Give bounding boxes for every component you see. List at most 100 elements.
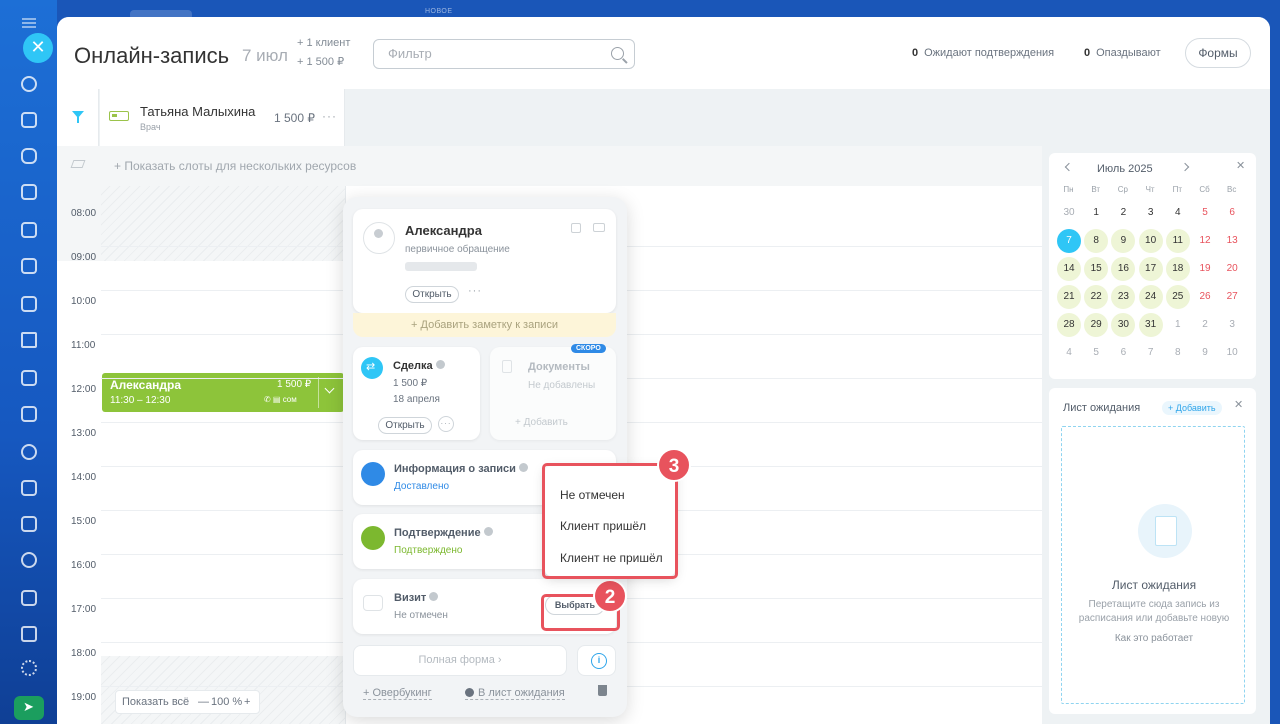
rail-icon-target[interactable] [21,444,37,460]
zoom-minus-button[interactable]: — [198,696,209,708]
overbooking-link[interactable]: + Овербукинг [363,687,432,700]
calendar-day[interactable]: 9 [1111,229,1136,253]
resource-more-icon[interactable]: ··· [322,109,337,123]
info-icon[interactable] [435,360,445,369]
calendar-day[interactable]: 8 [1084,229,1109,253]
calendar-day[interactable]: 1 [1084,201,1108,225]
info-icon[interactable] [518,463,528,472]
rail-icon-calendar[interactable] [21,296,37,312]
calendar-day[interactable]: 3 [1139,201,1163,225]
funnel-icon[interactable] [72,111,84,123]
calendar-day[interactable]: 6 [1111,341,1135,365]
close-slider-button[interactable]: ✕ [23,33,53,63]
calendar-day[interactable]: 21 [1057,285,1081,309]
resource-card[interactable]: Татьяна Малыхина Врач 1 500 ₽ ··· [100,89,345,146]
how-it-works-link[interactable]: Как это работает [1062,633,1246,644]
calendar-day[interactable]: 4 [1057,341,1081,365]
calendar-day[interactable]: 30 [1111,313,1136,337]
calendar-day[interactable]: 30 [1057,201,1081,225]
calendar-day[interactable]: 5 [1084,341,1108,365]
calendar-day[interactable]: 17 [1138,257,1163,281]
client-more-icon[interactable]: ··· [468,285,482,297]
rail-icon-docs[interactable] [21,222,37,238]
add-note-button[interactable]: + Добавить заметку к записи [353,313,616,337]
calendar-day[interactable]: 2 [1193,313,1217,337]
calendar-day[interactable]: 6 [1220,201,1244,225]
calendar-day[interactable]: 12 [1193,229,1217,253]
calendar-day[interactable]: 20 [1220,257,1244,281]
calendar-day[interactable]: 22 [1084,285,1109,309]
chevron-left-icon[interactable] [1064,162,1074,172]
forms-button[interactable]: Формы [1185,38,1251,68]
calendar-day[interactable]: 31 [1138,313,1163,337]
calendar-day[interactable]: 2 [1111,201,1135,225]
rocket-button[interactable] [14,696,44,720]
calendar-day[interactable]: 23 [1111,285,1136,309]
show-slots-bar[interactable]: + Показать слоты для нескольких ресурсов [57,146,1042,186]
trash-icon[interactable] [598,685,607,696]
rail-icon-robot[interactable] [21,626,37,642]
chat-icon[interactable] [593,223,605,232]
calendar-day[interactable]: 7 [1057,229,1081,253]
rail-icon-check[interactable] [21,258,37,274]
calendar-day[interactable]: 27 [1220,285,1244,309]
calendar-day[interactable]: 8 [1166,341,1190,365]
calendar-day[interactable]: 25 [1165,285,1190,309]
open-deal-button[interactable]: Открыть [378,417,432,434]
calendar-day[interactable]: 11 [1165,229,1190,253]
open-client-button[interactable]: Открыть [405,286,459,303]
calendar-day[interactable]: 24 [1138,285,1163,309]
waitlist-collapse-icon[interactable]: ✕ [1234,398,1243,411]
rail-icon-filter[interactable] [21,332,37,348]
calendar-day[interactable]: 7 [1139,341,1163,365]
rail-icon-1[interactable] [21,76,37,92]
calendar-day[interactable]: 10 [1220,341,1244,365]
rail-icon-card[interactable] [21,406,37,422]
calendar-day[interactable]: 15 [1084,257,1109,281]
late-clients[interactable]: 0 Опаздывают [1084,47,1161,59]
calendar-day[interactable]: 28 [1057,313,1081,337]
calendar-day[interactable]: 1 [1166,313,1190,337]
resource-filter[interactable] [57,89,99,146]
chevron-down-icon[interactable] [324,383,335,394]
filter-box[interactable] [373,39,635,69]
collapse-icon[interactable]: ✕ [1236,159,1245,172]
filter-input[interactable] [388,46,598,61]
calendar-day[interactable]: 26 [1193,285,1217,309]
rail-icon-tasks[interactable] [21,112,37,128]
calendar-day[interactable]: 5 [1193,201,1217,225]
settings-icon[interactable] [21,660,37,676]
to-waitlist-link[interactable]: В лист ожидания [465,687,565,700]
deal-more-icon[interactable]: ··· [438,416,454,432]
waitlist-add-button[interactable]: + Добавить [1162,401,1222,415]
menu-icon[interactable] [22,18,36,28]
phone-icon[interactable] [571,223,581,233]
calendar-day[interactable]: 9 [1193,341,1217,365]
show-all-button[interactable]: Показать всё [122,696,189,708]
waitlist-dropzone[interactable]: Лист ожидания Перетащите сюда запись из … [1061,426,1245,704]
rail-icon-pen[interactable] [21,480,37,496]
full-form-button[interactable]: Полная форма › [353,645,567,676]
rail-icon-file[interactable] [21,590,37,606]
search-icon[interactable] [611,47,624,60]
show-slots-label[interactable]: + Показать слоты для нескольких ресурсов [114,159,356,173]
calendar-day[interactable]: 14 [1057,257,1081,281]
awaiting-confirmation[interactable]: 0 Ожидают подтверждения [912,47,1054,59]
rail-icon-crm[interactable] [21,184,37,200]
rail-icon-chat[interactable] [21,148,37,164]
calendar-day[interactable]: 29 [1084,313,1109,337]
info-icon[interactable] [429,592,439,601]
calendar-day[interactable]: 10 [1138,229,1163,253]
calendar-day[interactable]: 3 [1220,313,1244,337]
rail-icon-id[interactable] [21,516,37,532]
rail-icon-mail[interactable] [21,370,37,386]
info-icon[interactable] [483,527,493,536]
zoom-plus-button[interactable]: + [244,696,250,708]
info-button[interactable] [577,645,616,676]
chevron-right-icon[interactable] [1180,162,1190,172]
calendar-day[interactable]: 16 [1111,257,1136,281]
calendar-day[interactable]: 18 [1165,257,1190,281]
rail-icon-users[interactable] [21,552,37,568]
calendar-day[interactable]: 13 [1220,229,1244,253]
calendar-day[interactable]: 19 [1193,257,1217,281]
